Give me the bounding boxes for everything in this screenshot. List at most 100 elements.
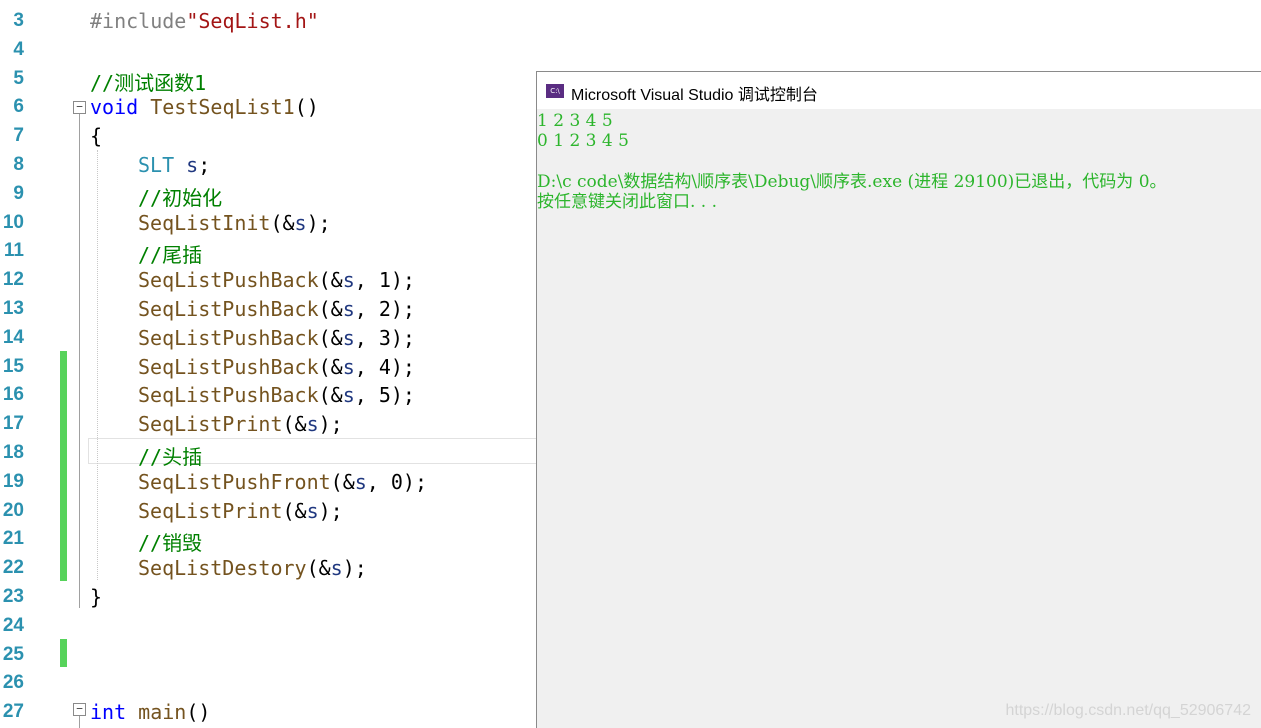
code-token: s (342, 383, 355, 408)
code-text: //测试函数1 (90, 67, 206, 96)
line-number: 6 (13, 96, 24, 118)
code-token: //初始化 (138, 185, 223, 210)
code-text: { (90, 124, 102, 148)
code-text: int main() (90, 700, 210, 724)
code-token: s (330, 556, 343, 581)
code-token: s (294, 210, 307, 235)
code-token: SeqListPrint (138, 498, 283, 523)
code-token: (& (318, 383, 343, 408)
line-number: 11 (3, 240, 24, 262)
change-indicator-bar (60, 351, 67, 581)
code-token: , 1); (354, 268, 415, 293)
code-token: (& (330, 469, 355, 494)
code-text: SLT s; (138, 153, 210, 177)
code-text: SeqListPushBack(&s, 3); (138, 326, 415, 350)
code-token: { (90, 124, 103, 149)
code-text: SeqListInit(&s); (138, 211, 331, 235)
code-token: SeqListDestory (138, 556, 307, 581)
line-number: 24 (2, 614, 24, 636)
line-number: 20 (2, 499, 24, 521)
code-text: //头插 (138, 441, 202, 470)
line-number: 7 (13, 125, 24, 147)
code-token: ); (318, 412, 343, 437)
code-text: SeqListPushBack(&s, 5); (138, 383, 415, 407)
line-number: 26 (2, 672, 24, 694)
line-number: 3 (13, 10, 24, 31)
code-token: //头插 (138, 445, 203, 469)
code-token: ); (318, 498, 343, 523)
code-token: (& (270, 210, 295, 235)
collapse-icon[interactable]: − (73, 703, 86, 716)
code-token: SLT (138, 153, 175, 177)
code-token: void (90, 95, 139, 120)
code-token: , 5); (354, 383, 415, 408)
code-token: (& (282, 412, 307, 437)
line-number: 25 (2, 643, 24, 665)
code-token: } (90, 585, 103, 609)
line-number: 27 (2, 701, 24, 723)
code-token: TestSeqList1 (150, 95, 295, 120)
code-token: (& (318, 297, 343, 321)
code-token: int (90, 700, 127, 725)
code-token: SeqListPushFront (138, 469, 331, 494)
code-token: s (186, 153, 199, 177)
code-text: SeqListPushBack(&s, 2); (138, 297, 415, 321)
code-token: SeqListPushBack (138, 354, 319, 379)
code-token: , 3); (354, 325, 415, 350)
console-output-line: 按任意键关闭此窗口. . . (537, 192, 718, 213)
code-token: SeqListPushBack (138, 325, 319, 350)
fold-range-line (79, 114, 80, 608)
code-token: SeqListPushBack (138, 268, 319, 293)
code-text: #include"SeqList.h" (90, 9, 319, 33)
code-text: SeqListPrint(&s); (138, 499, 343, 523)
code-token: s (306, 498, 319, 523)
console-title: Microsoft Visual Studio 调试控制台 (571, 87, 818, 104)
code-token: //销毁 (138, 531, 203, 556)
line-number: 9 (13, 182, 24, 204)
code-token: //尾插 (138, 243, 203, 268)
line-number: 18 (2, 442, 24, 463)
code-token: (& (306, 556, 331, 581)
code-text: //销毁 (138, 527, 202, 556)
code-text: SeqListPushBack(&s, 1); (138, 268, 415, 292)
code-token: s (342, 325, 355, 350)
code-line[interactable]: 3 #include"SeqList.h" (0, 6, 1261, 34)
line-number: 14 (2, 326, 24, 348)
line-number: 17 (2, 413, 24, 435)
line-number: 15 (2, 355, 24, 377)
line-number: 12 (2, 269, 24, 291)
code-token: s (306, 412, 319, 437)
console-output-line: 0 1 2 3 4 5 (537, 131, 629, 152)
line-number: 23 (2, 586, 24, 607)
code-token: , 2); (354, 297, 415, 321)
code-token: SeqListPushBack (138, 383, 319, 408)
code-token: , 4); (354, 354, 415, 379)
code-token: (& (282, 498, 307, 523)
fold-range-line (79, 716, 80, 728)
console-app-icon: C:\ (546, 84, 564, 98)
indent-guide (97, 150, 98, 580)
code-token: () (294, 95, 319, 120)
code-token: , 0); (366, 469, 428, 494)
line-number: 13 (2, 298, 24, 319)
code-token: (& (318, 325, 343, 350)
code-token: () (186, 700, 211, 725)
collapse-icon[interactable]: − (73, 101, 86, 114)
code-token: (& (318, 268, 343, 293)
watermark-text: https://blog.csdn.net/qq_52906742 (1005, 702, 1251, 719)
console-output-line: D:\c code\数据结构\顺序表\Debug\顺序表.exe (进程 291… (537, 171, 1167, 192)
line-number: 19 (2, 470, 24, 492)
console-title-bar[interactable]: C:\ Microsoft Visual Studio 调试控制台 (537, 72, 1261, 109)
code-token: (& (318, 354, 343, 379)
code-line[interactable]: 4 (0, 35, 1261, 63)
debug-console-window[interactable]: C:\ Microsoft Visual Studio 调试控制台 1 2 3 … (536, 71, 1261, 728)
code-token: "SeqList.h" (186, 9, 319, 33)
code-token: SeqListPushBack (138, 297, 319, 321)
code-token: #include (90, 9, 187, 33)
code-token: SeqListInit (138, 210, 271, 235)
code-text: } (90, 585, 102, 609)
line-number: 4 (13, 38, 24, 60)
